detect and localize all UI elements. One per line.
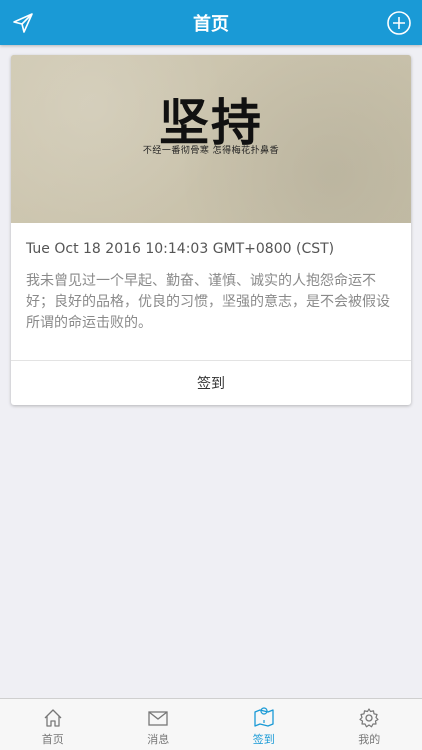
tab-label-messages: 消息 [147,733,170,746]
home-icon [44,709,62,727]
card-date: Tue Oct 18 2016 10:14:03 GMT+0800 (CST) [26,241,335,257]
top-navbar: 首页 [0,0,422,45]
gear-icon [359,708,379,728]
sign-in-card: 坚持 不经一番彻骨寒 怎得梅花扑鼻香 Tue Oct 18 2016 10:14… [11,55,411,405]
send-icon[interactable] [10,10,36,36]
tab-label-mine: 我的 [358,733,381,746]
map-pin-icon [254,707,274,727]
hero-subtitle: 不经一番彻骨寒 怎得梅花扑鼻香 [142,146,280,156]
mail-icon [148,711,168,726]
tab-label-home: 首页 [41,733,64,746]
tab-messages[interactable]: 消息 [106,699,212,750]
tab-home[interactable]: 首页 [0,699,106,750]
hero-image: 坚持 不经一番彻骨寒 怎得梅花扑鼻香 [11,55,411,223]
tab-label-sign-in: 签到 [252,733,275,746]
sign-in-button[interactable]: 签到 [11,361,411,405]
page-title: 首页 [193,13,229,35]
tab-mine[interactable]: 我的 [317,699,422,750]
add-circle-icon[interactable] [386,10,412,36]
bottom-tabbar: 首页 消息 签到 我的 [0,698,422,750]
card-text: 我未曾见过一个早起、勤奋、谨慎、诚实的人抱怨命运不好；良好的品格，优良的习惯，坚… [26,273,390,331]
tab-sign-in[interactable]: 签到 [211,699,317,750]
